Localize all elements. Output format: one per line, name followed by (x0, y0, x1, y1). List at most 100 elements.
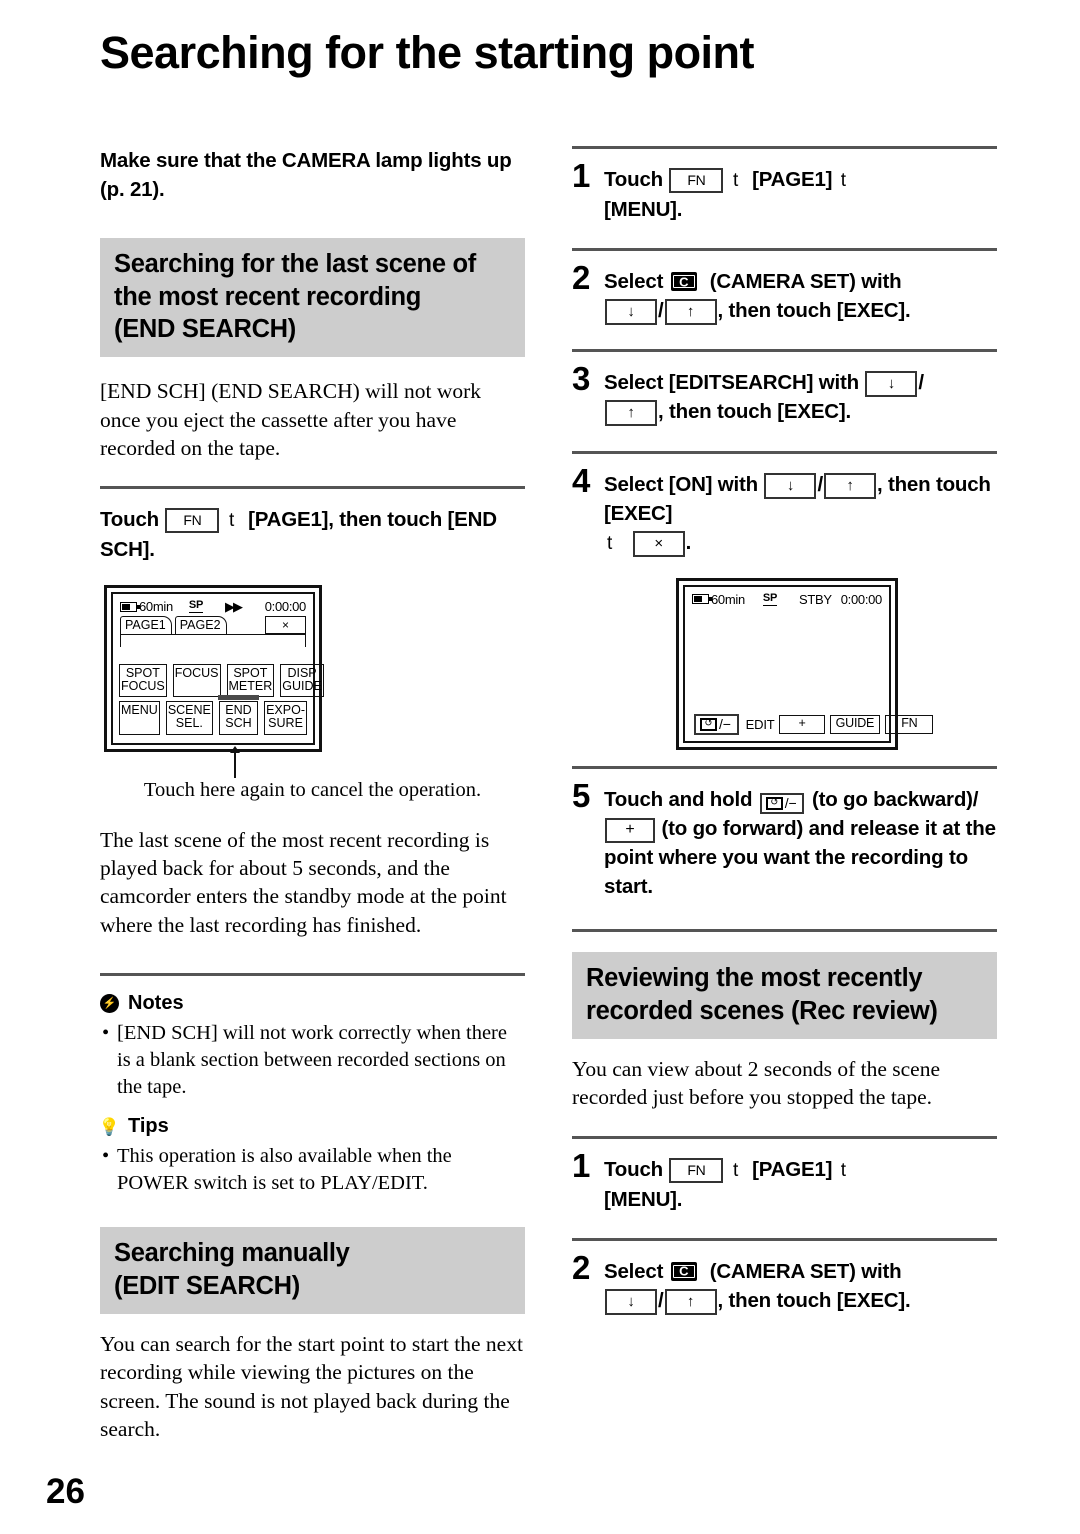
rec-review-button[interactable]: /− (694, 713, 739, 735)
step-text-part3: . (685, 530, 692, 554)
key-separator: / (817, 472, 823, 496)
lightbulb-icon (100, 1117, 119, 1137)
up-arrow-key-button[interactable]: ↑ (664, 299, 717, 326)
step-text-part3: [MENU]. (604, 197, 683, 221)
fast-forward-icon: ▶▶ (225, 598, 243, 614)
arrow-icon: t (228, 510, 235, 532)
down-arrow-key-button[interactable]: ↓ (605, 1288, 657, 1315)
step-number: 1 (572, 157, 591, 194)
fn-key-button[interactable]: FN (669, 1157, 724, 1183)
heading-edit-search-line2: (EDIT SEARCH) (114, 1271, 300, 1300)
step-number: 1 (572, 1146, 591, 1184)
lcd-status-bar: 60min SP STBY 0:00:00 (685, 587, 889, 607)
close-key-button[interactable]: × (632, 530, 685, 557)
step-text-part3: (to go forward) and release it at the po… (604, 816, 996, 899)
edit-search-description: You can search for the start point to st… (100, 1332, 523, 1442)
lcd-button-line2: SEL. (175, 716, 203, 731)
camera-set-icon (670, 272, 697, 292)
list-item: [END SCH] will not work correctly when t… (100, 1020, 525, 1101)
page-title: Searching for the starting point (100, 27, 755, 78)
rec-review-label: /− (719, 715, 731, 732)
down-arrow-key-button[interactable]: ↓ (865, 371, 918, 398)
lcd-screen-outer: 60min SP STBY 0:00:00 /− EDIT + GUIDE FN (676, 577, 934, 750)
instruction-prefix: Touch (100, 508, 159, 532)
end-search-instruction: Touch FN t [PAGE1], then touch [END SCH]… (100, 505, 525, 564)
rec-review-button[interactable]: /− (759, 792, 805, 814)
lcd-status-bar: 60min SP ▶▶ 0:00:00 (113, 594, 313, 615)
lcd-button-row-1: SPOT FOCUS FOCUS SPOT METER DISP GUIDE (119, 663, 324, 698)
guide-button[interactable]: GUIDE (829, 714, 881, 734)
up-arrow-key-button[interactable]: ↑ (605, 400, 657, 427)
step-text-part2: [PAGE1] (752, 168, 833, 191)
step-text: Select [EDITSEARCH] with ↓ / ↑, then touc… (604, 364, 997, 427)
rec-review-icon (700, 717, 717, 731)
lcd-button-line1: FOCUS (174, 665, 219, 680)
lcd-diagram-page1: 60min SP ▶▶ 0:00:00 PAGE1 PAGE2 × SPOT F… (100, 584, 525, 781)
step-text-part2: (CAMERA SET) with (709, 1259, 902, 1283)
rec-review-icon (765, 796, 783, 810)
step-number: 2 (572, 1248, 591, 1286)
up-arrow-key-button[interactable]: ↑ (823, 472, 876, 499)
fn-key-button[interactable]: FN (669, 168, 724, 193)
timecode: 0:00:00 (264, 599, 307, 615)
lcd-button-line2: SURE (268, 716, 303, 731)
step-text-part1: Select (604, 1259, 664, 1283)
heading-rec-review-line2: recorded scenes (Rec review) (586, 996, 938, 1025)
up-arrow-key-button[interactable]: ↑ (664, 1288, 717, 1315)
step-text-part1: Touch (604, 168, 663, 191)
notes-heading: Notes (100, 992, 525, 1015)
step-1-edit-search: 1 Touch FN t [PAGE1] t [MENU]. (572, 157, 997, 224)
camera-set-icon (670, 1261, 697, 1281)
lcd-button-line2: SCH (225, 716, 252, 731)
callout-line (234, 751, 236, 778)
step-text-part1: Touch and hold (604, 787, 753, 811)
tab-page1[interactable]: PAGE1 (120, 616, 172, 635)
heading-end-search-line2: the most recent recording (114, 282, 422, 311)
lcd-button-scene-sel[interactable]: SCENE SEL. (165, 701, 213, 735)
lcd-button-line1: DISP (287, 665, 317, 680)
tab-page2[interactable]: PAGE2 (174, 616, 227, 635)
step-5-edit-search: 5 Touch and hold /− (to go backward)/ + (… (572, 779, 997, 901)
lcd-bottom-bar: /− EDIT + GUIDE FN (692, 713, 934, 735)
right-column: 1 Touch FN t [PAGE1] t [MENU]. 2 Select … (572, 146, 997, 1315)
close-button[interactable]: × (264, 615, 306, 635)
lcd-screen-inner: 60min SP ▶▶ 0:00:00 PAGE1 PAGE2 × SPOT F… (111, 591, 324, 745)
notes-icon (100, 994, 119, 1014)
notes-list: [END SCH] will not work correctly when t… (100, 1020, 525, 1101)
lcd-button-spot-focus[interactable]: SPOT FOCUS (119, 663, 167, 698)
lcd-button-line1: END (225, 703, 252, 718)
left-column: Make sure that the CAMERA lamp lights up… (100, 146, 525, 1444)
step-text-part3: , then touch [EXEC]. (717, 299, 911, 323)
lcd-button-exposure[interactable]: EXPO- SURE (264, 701, 307, 735)
arrow-icon: t (732, 1159, 739, 1181)
heading-rec-review-line1: Reviewing the most recently (586, 964, 923, 993)
lcd-button-line2: METER (228, 678, 273, 693)
lcd-button-spot-meter[interactable]: SPOT METER (226, 663, 275, 698)
key-separator: / (658, 299, 664, 323)
down-arrow-key-button[interactable]: ↓ (605, 299, 657, 326)
lcd-button-focus[interactable]: FOCUS (172, 663, 221, 698)
heading-end-search-line1: Searching for the last scene of (114, 250, 476, 279)
fn-key-button[interactable]: FN (165, 508, 220, 534)
arrow-icon: t (607, 532, 613, 554)
down-arrow-key-button[interactable]: ↓ (764, 472, 817, 499)
arrow-icon: t (840, 1159, 846, 1181)
lcd-screen-outer: 60min SP ▶▶ 0:00:00 PAGE1 PAGE2 × SPOT F… (104, 584, 324, 752)
plus-button[interactable]: + (779, 714, 825, 734)
step-text-part1: Select [ON] with (604, 472, 758, 496)
step-text-part3: , then touch [EXEC]. (658, 400, 852, 424)
key-separator: / (658, 1288, 664, 1312)
lcd-button-disp-guide[interactable]: DISP GUIDE (280, 663, 324, 698)
fn-button[interactable]: FN (885, 714, 934, 734)
lcd-button-end-sch[interactable]: END SCH (218, 695, 259, 735)
plus-key-button[interactable]: + (605, 817, 655, 843)
battery-icon (692, 594, 712, 605)
lcd-button-menu[interactable]: MENU (119, 701, 160, 735)
key-separator: / (918, 371, 924, 395)
lcd-screen-inner: 60min SP STBY 0:00:00 /− EDIT + GUIDE FN (683, 584, 934, 743)
step-2-rec-review: 2 Select (CAMERA SET) with ↓/↑, then tou… (572, 1248, 997, 1315)
step-text-part3: [MENU]. (604, 1187, 683, 1211)
sp-mode-icon: SP (762, 591, 777, 606)
battery-time: 60min (139, 599, 173, 615)
instruction-middle: [PAGE1], then touch (248, 508, 443, 532)
